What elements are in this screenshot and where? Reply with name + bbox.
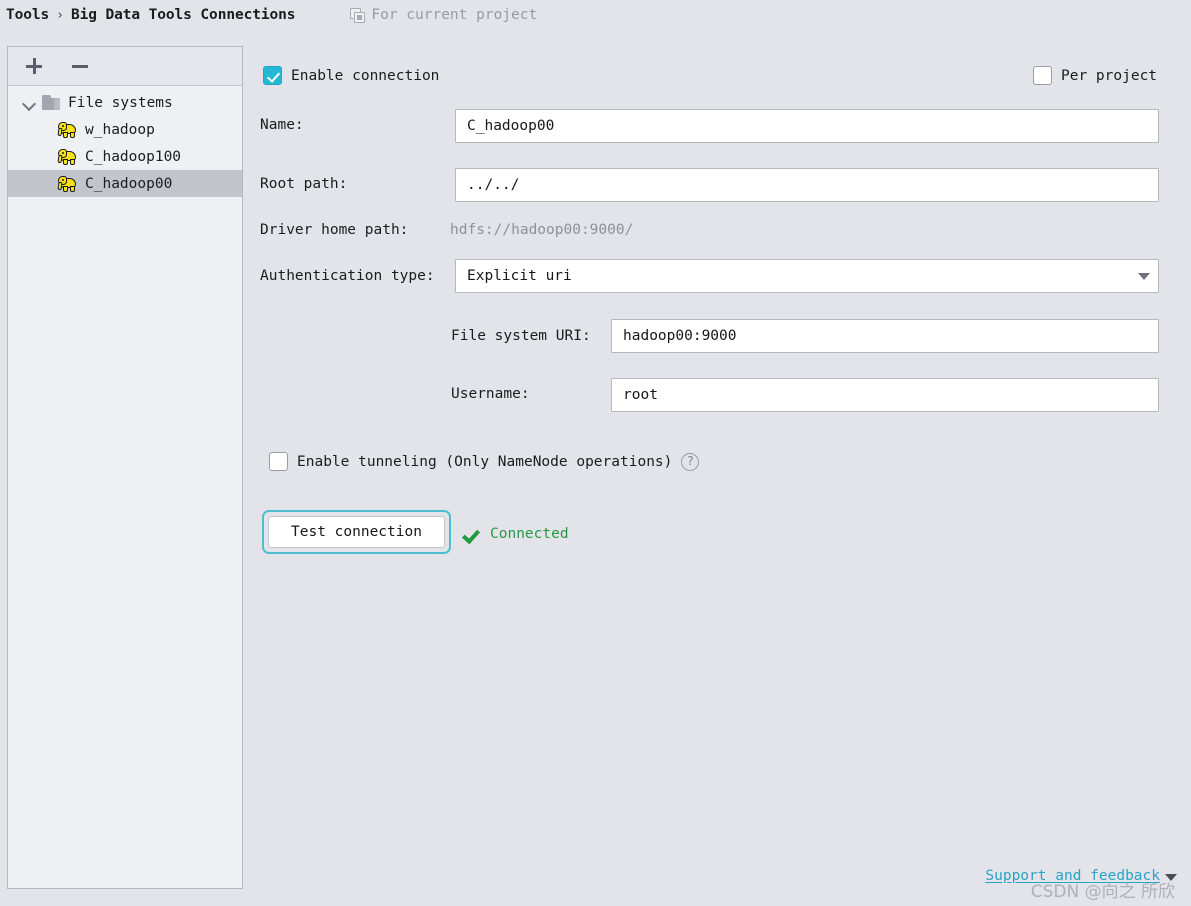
tree-group-file-systems[interactable]: File systems <box>8 89 242 116</box>
tree-item-label: C_hadoop00 <box>85 175 173 192</box>
connection-settings-pane: Enable connection Per project Name: C_ha… <box>243 46 1191 906</box>
project-scope-indicator: For current project <box>350 7 537 23</box>
modules-icon <box>350 7 366 23</box>
enable-tunneling-row[interactable]: Enable tunneling (Only NameNode operatio… <box>269 452 700 471</box>
folder-icon <box>42 95 60 110</box>
remove-connection-button[interactable] <box>70 56 90 76</box>
username-input[interactable]: root <box>611 378 1159 412</box>
root-path-input[interactable]: ../../ <box>455 168 1159 202</box>
authentication-type-select[interactable]: Explicit uri <box>455 259 1159 293</box>
enable-connection-checkbox[interactable] <box>263 66 282 85</box>
breadcrumb-separator: › <box>56 7 64 23</box>
test-connection-button[interactable]: Test connection <box>268 516 445 548</box>
connection-status-label: Connected <box>490 526 569 542</box>
file-system-uri-input[interactable]: hadoop00:9000 <box>611 319 1159 353</box>
support-and-feedback-link[interactable]: Support and feedback <box>985 868 1177 884</box>
file-system-uri-label: File system URI: <box>451 328 591 344</box>
name-input[interactable]: C_hadoop00 <box>455 109 1159 143</box>
breadcrumb-root[interactable]: Tools <box>6 7 49 23</box>
tree-toolbar <box>8 47 242 86</box>
tree-item-c-hadoop100[interactable]: C_hadoop100 <box>8 143 242 170</box>
chevron-down-icon[interactable] <box>1165 873 1177 881</box>
connections-tree: File systems w_hadoop C_hadoop100 C_hado… <box>8 86 242 197</box>
help-icon[interactable]: ? <box>681 452 700 471</box>
driver-home-path-label: Driver home path: <box>260 222 409 238</box>
chevron-down-icon[interactable] <box>22 96 36 110</box>
connection-status: Connected <box>465 526 569 542</box>
project-scope-label: For current project <box>371 7 538 23</box>
connections-tree-panel: File systems w_hadoop C_hadoop100 C_hado… <box>7 46 243 889</box>
driver-home-path-value: hdfs://hadoop00:9000/ <box>450 222 634 238</box>
hadoop-elephant-icon <box>57 175 78 192</box>
check-icon <box>465 528 481 540</box>
tree-item-label: w_hadoop <box>85 121 155 138</box>
authentication-type-label: Authentication type: <box>260 268 435 284</box>
test-connection-focus-ring: Test connection <box>262 510 451 554</box>
chevron-down-icon[interactable] <box>1138 273 1150 280</box>
enable-connection-row[interactable]: Enable connection <box>263 66 439 85</box>
tree-group-label: File systems <box>68 94 173 111</box>
tree-item-c-hadoop00[interactable]: C_hadoop00 <box>8 170 242 197</box>
root-path-label: Root path: <box>260 176 348 192</box>
tree-item-w-hadoop[interactable]: w_hadoop <box>8 116 242 143</box>
hadoop-elephant-icon <box>57 148 78 165</box>
add-connection-button[interactable] <box>24 56 44 76</box>
support-and-feedback-label: Support and feedback <box>985 868 1160 884</box>
per-project-checkbox[interactable] <box>1033 66 1052 85</box>
breadcrumb: Tools › Big Data Tools Connections For c… <box>0 0 1191 30</box>
name-label: Name: <box>260 117 304 133</box>
enable-connection-label: Enable connection <box>291 67 440 84</box>
enable-tunneling-checkbox[interactable] <box>269 452 288 471</box>
breadcrumb-current: Big Data Tools Connections <box>70 7 296 23</box>
username-label: Username: <box>451 386 530 402</box>
hadoop-elephant-icon <box>57 121 78 138</box>
per-project-label: Per project <box>1061 67 1158 84</box>
per-project-row[interactable]: Per project <box>1033 66 1157 85</box>
tree-item-label: C_hadoop100 <box>85 148 182 165</box>
enable-tunneling-label: Enable tunneling (Only NameNode operatio… <box>297 453 673 470</box>
